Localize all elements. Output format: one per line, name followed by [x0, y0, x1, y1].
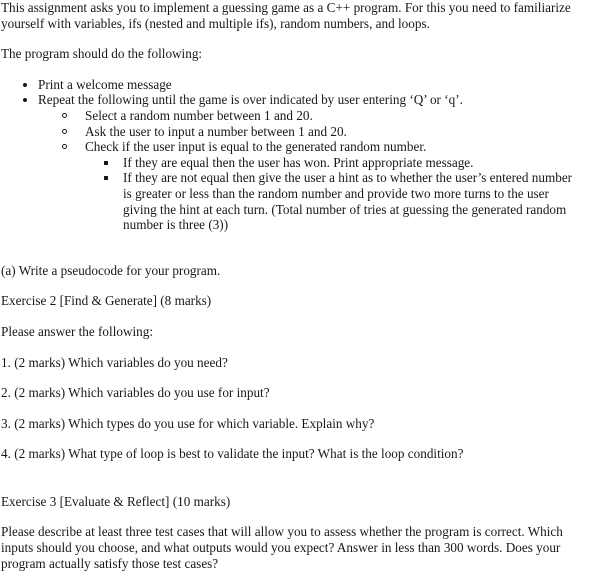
- question-1: 1. (2 marks) Which variables do you need…: [1, 354, 228, 370]
- requirements-lead-in: The program should do the following:: [1, 46, 203, 62]
- question-2: 2. (2 marks) Which variables do you use …: [1, 385, 270, 401]
- list-item-text: Select a random number between 1 and 20.: [85, 107, 313, 123]
- list-item-text: Ask the user to input a number between 1…: [85, 123, 347, 139]
- list-item: Select a random number between 1 and 20.: [0, 108, 606, 124]
- list-item: If they are not equal then give the user…: [0, 170, 606, 232]
- question-4: 4. (2 marks) What type of loop is best t…: [1, 446, 464, 462]
- list-item-text: Check if the user input is equal to the …: [85, 139, 427, 155]
- list-item-text: If they are not equal then give the user…: [123, 170, 573, 233]
- task-a-text: (a) Write a pseudocode for your program.: [1, 262, 221, 278]
- list-item-text: Print a welcome message: [38, 76, 172, 92]
- requirements-list: Print a welcome message Repeat the follo…: [0, 77, 606, 233]
- intro-paragraph: This assignment asks you to implement a …: [1, 0, 571, 31]
- exercise-2-lead-in: Please answer the following:: [1, 323, 153, 339]
- list-item: Ask the user to input a number between 1…: [0, 124, 606, 140]
- exercise-3-heading: Exercise 3 [Evaluate & Reflect] (10 mark…: [1, 493, 231, 509]
- question-3: 3. (2 marks) Which types do you use for …: [1, 415, 375, 431]
- list-item-text: If they are equal then the user has won.…: [123, 154, 474, 170]
- list-item: If they are equal then the user has won.…: [0, 155, 606, 171]
- list-item-text: Repeat the following until the game is o…: [38, 92, 463, 108]
- document-page: This assignment asks you to implement a …: [0, 0, 606, 571]
- list-item: Repeat the following until the game is o…: [0, 92, 606, 108]
- list-item: Print a welcome message: [0, 77, 606, 93]
- list-item: Check if the user input is equal to the …: [0, 139, 606, 155]
- exercise-2-heading: Exercise 2 [Find & Generate] (8 marks): [1, 293, 212, 309]
- exercise-3-body: Please describe at least three test case…: [1, 524, 563, 571]
